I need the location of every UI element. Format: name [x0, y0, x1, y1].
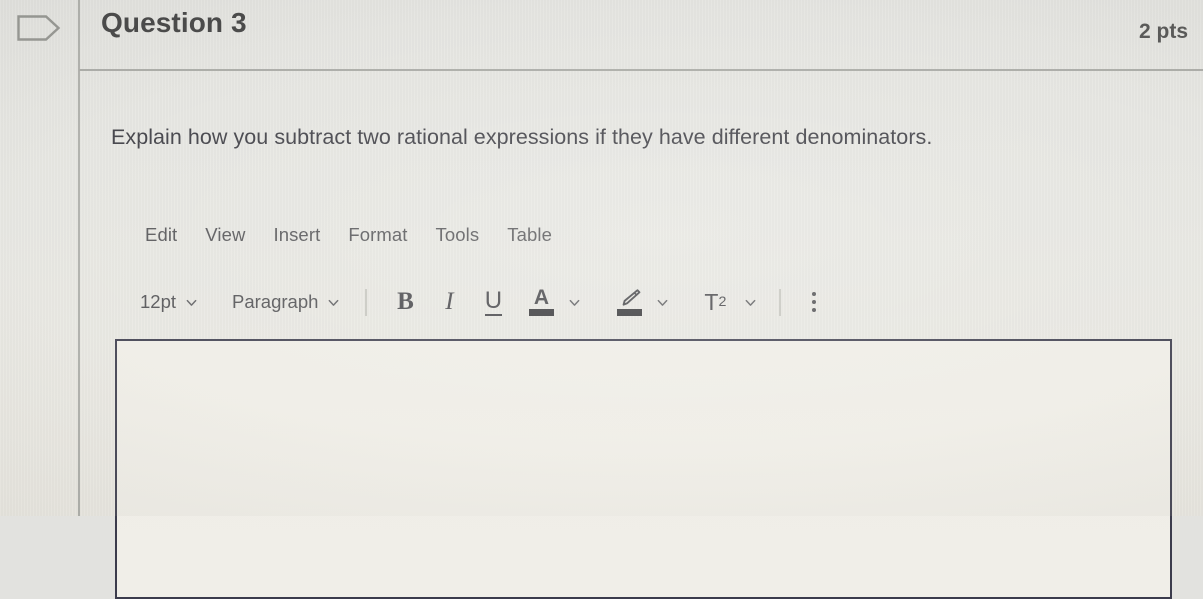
editor-toolbar: 12pt Paragraph B I U A T 2	[131, 282, 831, 322]
header-divider	[79, 69, 1203, 71]
text-color-button[interactable]: A	[521, 283, 561, 321]
highlight-color-swatch	[616, 309, 642, 316]
menu-item-tools[interactable]: Tools	[422, 222, 494, 248]
highlight-color-button[interactable]	[609, 283, 649, 321]
kebab-dot	[812, 300, 817, 304]
superscript-exponent: 2	[718, 294, 727, 310]
chevron-down-icon	[329, 299, 339, 306]
rail-vertical-divider	[78, 0, 80, 516]
underline-label: U	[484, 286, 503, 316]
toolbar-separator	[779, 288, 782, 316]
answer-editor-textarea[interactable]	[115, 339, 1172, 599]
editor-menubar: Edit View Insert Format Tools Table	[131, 222, 566, 248]
underline-button[interactable]: U	[471, 284, 515, 320]
chevron-down-icon	[186, 299, 197, 306]
menu-item-view[interactable]: View	[191, 222, 259, 248]
italic-button[interactable]: I	[427, 284, 471, 320]
quiz-question-screen: Question 3 2 pts Explain how you subtrac…	[0, 0, 1203, 599]
kebab-dot	[812, 308, 817, 312]
chevron-down-icon	[569, 299, 580, 306]
menu-item-edit[interactable]: Edit	[131, 222, 191, 248]
question-header: Question 3 2 pts	[79, 0, 1203, 70]
highlight-color-dropdown[interactable]	[649, 284, 675, 320]
chevron-down-icon	[745, 299, 756, 306]
chevron-down-icon	[657, 299, 668, 306]
superscript-button[interactable]: T2	[693, 284, 737, 320]
menu-item-table[interactable]: Table	[493, 222, 566, 248]
highlighter-pen-icon	[622, 289, 641, 306]
points-badge: 2 pts	[1138, 20, 1188, 43]
text-color-label: A	[533, 286, 549, 309]
superscript-label: T	[704, 288, 719, 315]
font-size-select[interactable]: 12pt	[131, 288, 207, 316]
menu-item-insert[interactable]: Insert	[259, 222, 334, 248]
font-size-value: 12pt	[140, 291, 177, 312]
question-body: Explain how you subtract two rational ex…	[79, 71, 1203, 599]
question-left-rail	[0, 0, 79, 516]
block-format-select[interactable]: Paragraph	[223, 288, 349, 316]
question-prompt: Explain how you subtract two rational ex…	[111, 125, 933, 149]
kebab-more-icon[interactable]	[797, 284, 831, 320]
superscript-dropdown[interactable]	[737, 284, 763, 320]
block-format-value: Paragraph	[232, 291, 319, 312]
kebab-dot	[812, 292, 817, 296]
page-title: Question 3	[101, 7, 247, 38]
toolbar-separator	[365, 288, 368, 316]
menu-item-format[interactable]: Format	[334, 222, 421, 248]
text-color-swatch	[528, 309, 554, 316]
bold-button[interactable]: B	[383, 284, 427, 320]
question-flag-icon[interactable]	[16, 12, 62, 44]
text-color-dropdown[interactable]	[561, 284, 587, 320]
